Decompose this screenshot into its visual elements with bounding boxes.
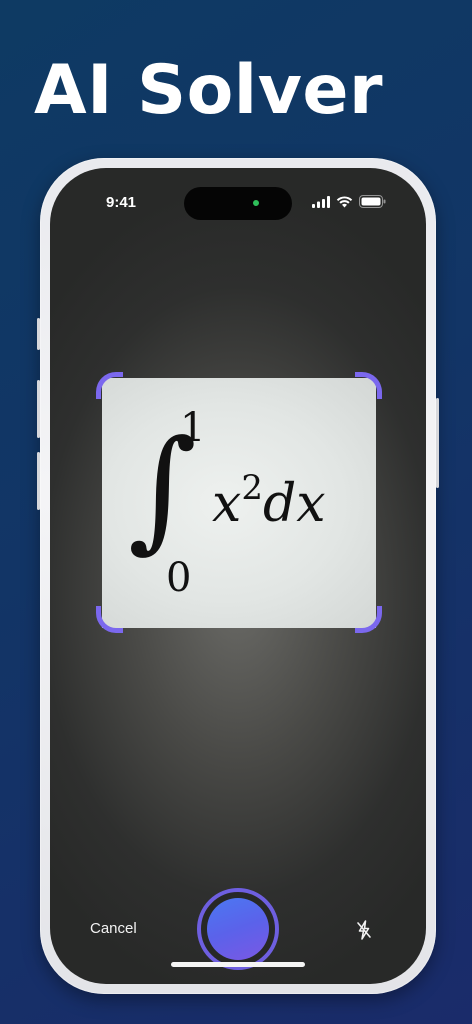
power-button <box>436 398 439 488</box>
differential: dx <box>262 474 326 534</box>
shutter-button[interactable] <box>197 888 279 970</box>
headline-title: AI Solver <box>34 51 384 130</box>
crop-handle-bottom-left[interactable] <box>96 606 123 633</box>
camera-screen: 9:41 ∫ 1 0 x2dx Cancel <box>50 168 426 984</box>
capture-icon <box>207 898 269 960</box>
cancel-button[interactable]: Cancel <box>90 920 137 937</box>
status-icons <box>312 195 386 213</box>
cellular-signal-icon <box>312 195 330 213</box>
battery-icon <box>359 195 386 213</box>
upper-limit: 1 <box>180 405 206 451</box>
volume-up-button <box>37 380 40 438</box>
action-button <box>37 318 40 350</box>
crop-handle-top-left[interactable] <box>96 372 123 399</box>
volume-down-button <box>37 452 40 510</box>
dynamic-island <box>184 187 292 220</box>
camera-indicator-dot <box>253 200 259 206</box>
flash-off-icon <box>352 920 376 945</box>
crop-handle-top-right[interactable] <box>355 372 382 399</box>
crop-handle-bottom-right[interactable] <box>355 606 382 633</box>
phone-frame: 9:41 ∫ 1 0 x2dx Cancel <box>37 158 439 994</box>
home-indicator[interactable] <box>171 962 305 967</box>
wifi-icon <box>336 195 353 213</box>
scanned-problem-card: ∫ 1 0 x2dx <box>102 378 376 628</box>
lower-limit: 0 <box>166 555 192 601</box>
integrand-exponent: 2 <box>241 468 263 508</box>
status-time: 9:41 <box>106 194 137 211</box>
flash-toggle-button[interactable] <box>352 918 376 942</box>
integrand-base: x <box>212 474 242 534</box>
integrand: x2dx <box>212 468 326 540</box>
math-formula: ∫ 1 0 x2dx <box>102 378 376 628</box>
